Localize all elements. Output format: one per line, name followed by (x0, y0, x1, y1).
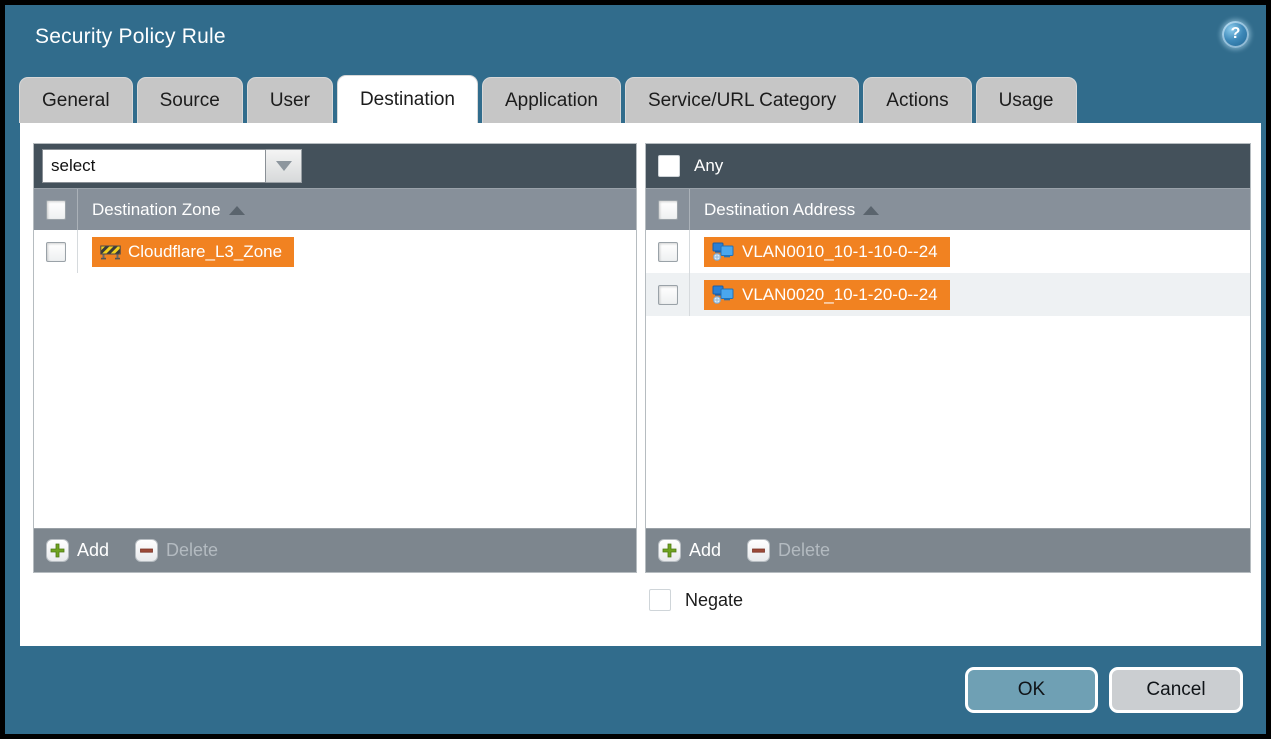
add-plus-icon (658, 539, 681, 562)
zone-select-dropdown-button[interactable] (266, 149, 302, 183)
zone-panel-topbar (34, 144, 636, 188)
zone-column-title[interactable]: Destination Zone (92, 200, 245, 220)
tab-destination[interactable]: Destination (337, 75, 478, 123)
zone-panel-footer: Add Delete (34, 528, 636, 572)
zone-column-header: Destination Zone (34, 188, 636, 230)
delete-minus-icon (747, 539, 770, 562)
zone-rows: Cloudflare_L3_Zone (34, 230, 636, 528)
zone-item-cloudflare-l3-zone[interactable]: Cloudflare_L3_Zone (92, 237, 294, 267)
zone-filter (42, 149, 302, 183)
address-rows: VLAN0010_10-1-10-0--24 (646, 230, 1250, 528)
zone-barrier-icon (100, 243, 121, 260)
negate-option: Negate (649, 589, 743, 611)
table-row: Cloudflare_L3_Zone (34, 230, 636, 273)
help-icon[interactable]: ? (1222, 21, 1249, 48)
negate-label: Negate (685, 590, 743, 611)
zone-select-input[interactable] (42, 149, 266, 183)
address-panel-topbar: Any (646, 144, 1250, 188)
delete-minus-icon (135, 539, 158, 562)
ok-button[interactable]: OK (965, 667, 1098, 713)
address-network-icon (712, 242, 735, 261)
negate-checkbox[interactable] (649, 589, 671, 611)
sort-ascending-icon (863, 206, 879, 215)
tab-actions[interactable]: Actions (863, 77, 971, 123)
address-select-all-checkbox[interactable] (658, 200, 678, 220)
add-plus-icon (46, 539, 69, 562)
tab-user[interactable]: User (247, 77, 333, 123)
cancel-button[interactable]: Cancel (1109, 667, 1243, 713)
address-item-vlan0010[interactable]: VLAN0010_10-1-10-0--24 (704, 237, 950, 267)
titlebar: Security Policy Rule ? (5, 5, 1266, 75)
destination-tab-content: Destination Zone (20, 123, 1261, 646)
address-row-checkbox[interactable] (658, 242, 678, 262)
address-delete-button[interactable]: Delete (747, 539, 830, 562)
zone-add-button[interactable]: Add (46, 539, 109, 562)
address-column-title[interactable]: Destination Address (704, 200, 879, 220)
address-network-icon (712, 285, 735, 304)
address-item-vlan0020[interactable]: VLAN0020_10-1-20-0--24 (704, 280, 950, 310)
table-row: VLAN0020_10-1-20-0--24 (646, 273, 1250, 316)
tab-usage[interactable]: Usage (976, 77, 1077, 123)
tab-general[interactable]: General (19, 77, 133, 123)
sort-ascending-icon (229, 206, 245, 215)
address-column-header: Destination Address (646, 188, 1250, 230)
security-policy-rule-dialog: Security Policy Rule ? General Source Us… (5, 5, 1266, 734)
table-row: VLAN0010_10-1-10-0--24 (646, 230, 1250, 273)
any-checkbox[interactable] (658, 155, 680, 177)
destination-address-panel: Any Destination Address (645, 143, 1251, 573)
tab-bar: General Source User Destination Applicat… (19, 75, 1077, 123)
any-label: Any (694, 156, 723, 176)
zone-row-checkbox[interactable] (46, 242, 66, 262)
address-panel-footer: Add Delete (646, 528, 1250, 572)
zone-delete-button[interactable]: Delete (135, 539, 218, 562)
address-row-checkbox[interactable] (658, 285, 678, 305)
tab-service-url-category[interactable]: Service/URL Category (625, 77, 859, 123)
address-add-button[interactable]: Add (658, 539, 721, 562)
dialog-title: Security Policy Rule (35, 25, 226, 49)
chevron-down-icon (276, 161, 292, 171)
tab-application[interactable]: Application (482, 77, 621, 123)
destination-zone-panel: Destination Zone (33, 143, 637, 573)
zone-select-all-checkbox[interactable] (46, 200, 66, 220)
tab-source[interactable]: Source (137, 77, 243, 123)
